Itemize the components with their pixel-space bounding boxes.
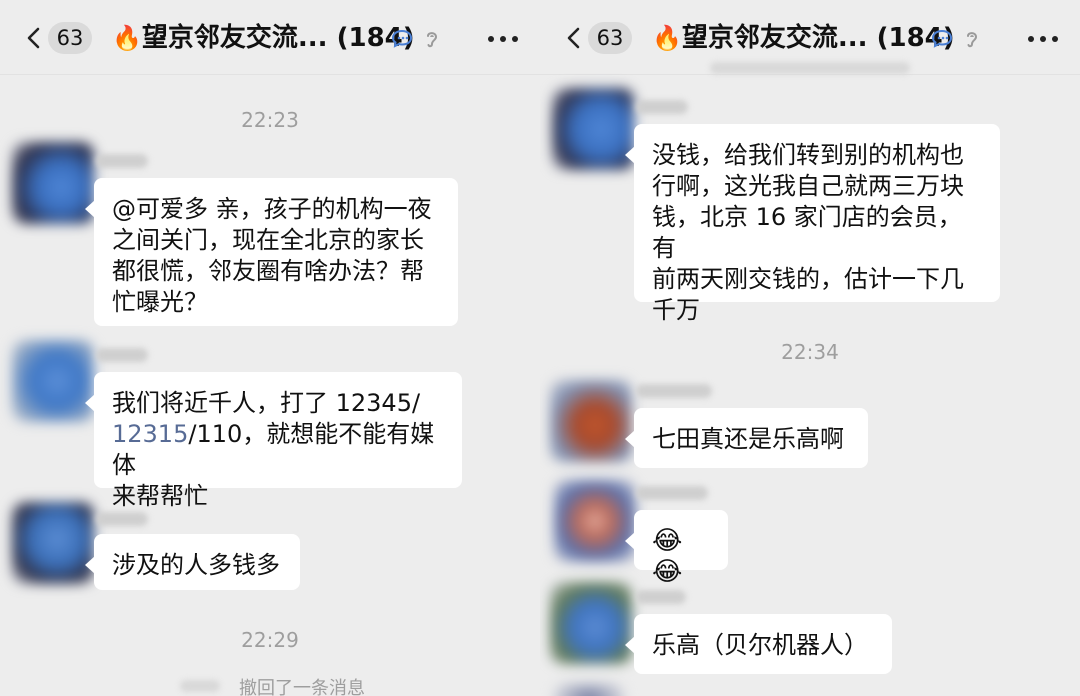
- sender-name-blurred: [636, 384, 712, 398]
- right-chat-panel: 63 🔥望京邻友交流... (184) 没钱，给我们转到别的机构也 行啊，这光我…: [540, 0, 1080, 696]
- sender-name-blurred: [636, 100, 688, 114]
- sender-name-blurred: [636, 486, 708, 500]
- chat-header: 63 🔥望京邻友交流... (184): [0, 0, 540, 75]
- more-dots-icon[interactable]: [1028, 36, 1058, 42]
- group-title[interactable]: 🔥望京邻友交流... (184): [112, 18, 415, 58]
- message-bubble[interactable]: 我们将近千人，打了 12345/ 12315/110，就想能不能有媒体 来帮帮忙: [85, 372, 462, 510]
- sender-name-blurred: [96, 348, 148, 362]
- avatar[interactable]: [554, 684, 624, 696]
- timestamp: 22:23: [241, 108, 299, 132]
- ear-mute-icon: [427, 32, 438, 48]
- avatar[interactable]: [550, 582, 632, 664]
- left-chat-panel: 63 🔥望京邻友交流... (184) 22:23 @可爱多 亲，孩子的机构一夜…: [0, 0, 540, 696]
- unread-count-badge[interactable]: 63: [48, 22, 92, 54]
- avatar[interactable]: [12, 142, 94, 224]
- timestamp: 22:34: [781, 340, 839, 364]
- unread-count-badge[interactable]: 63: [588, 22, 632, 54]
- group-name: 望京邻友交流...: [141, 23, 328, 53]
- sender-name-blurred: [96, 512, 148, 526]
- message-bubble[interactable]: 乐高（贝尔机器人）: [625, 614, 892, 674]
- ear-mute-icon: [967, 32, 978, 48]
- fire-icon: 🔥: [112, 24, 142, 52]
- chat-bubble-icon: [931, 29, 953, 48]
- fire-icon: 🔥: [652, 24, 682, 52]
- chat-bubble-icon: [391, 29, 413, 48]
- back-chevron-icon[interactable]: [562, 26, 586, 50]
- message-bubble[interactable]: 没钱，给我们转到别的机构也 行啊，这光我自己就两三万块 钱，北京 16 家门店的…: [625, 124, 1000, 324]
- recall-notice: 撤回了一条消息: [239, 678, 365, 696]
- message-text: 我们将近千人，打了 12345/: [112, 389, 421, 417]
- cut-off-text-blurred: [710, 62, 910, 74]
- group-title[interactable]: 🔥望京邻友交流... (184): [652, 18, 955, 58]
- sender-name-blurred: [96, 154, 148, 168]
- avatar[interactable]: [554, 480, 636, 562]
- phone-link[interactable]: 12315: [112, 420, 188, 448]
- avatar[interactable]: [12, 340, 94, 422]
- message-bubble[interactable]: 😂😂: [625, 510, 728, 587]
- message-bubble[interactable]: @可爱多 亲，孩子的机构一夜 之间关门，现在全北京的家长 都很慌，邻友圈有啥办法…: [85, 178, 458, 326]
- message-bubble[interactable]: 涉及的人多钱多: [85, 534, 300, 590]
- more-dots-icon[interactable]: [488, 36, 518, 42]
- timestamp: 22:29: [241, 628, 299, 652]
- avatar[interactable]: [552, 88, 634, 170]
- back-chevron-icon[interactable]: [22, 26, 46, 50]
- sender-name-blurred: [636, 590, 686, 604]
- avatar[interactable]: [550, 380, 632, 462]
- message-bubble[interactable]: 七田真还是乐高啊: [625, 408, 868, 468]
- group-name: 望京邻友交流...: [681, 23, 868, 53]
- avatar[interactable]: [12, 502, 94, 584]
